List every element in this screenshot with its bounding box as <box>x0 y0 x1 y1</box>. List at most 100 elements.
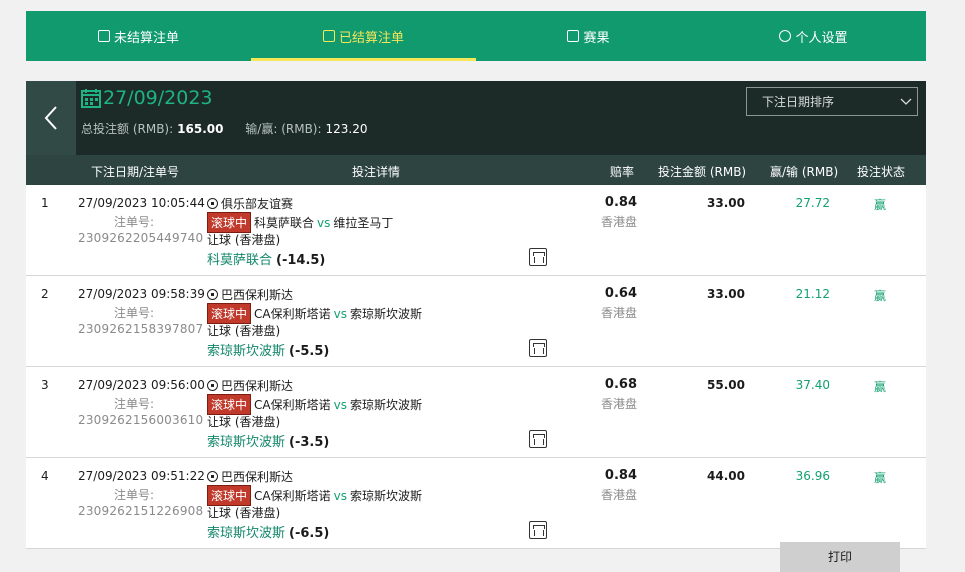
live-badge: 滚球中 <box>207 212 252 233</box>
bet-datetime: 27/09/2023 10:05:44 <box>78 196 205 210</box>
row-number: 3 <box>41 378 49 392</box>
bet-list: 1 27/09/2023 10:05:44 注单号: 2309262205449740… <box>26 185 926 549</box>
calendar-icon <box>81 89 101 108</box>
summary-header: 27/09/2023 总投注额 (RMB): 165.00 输/赢: (RMB):… <box>26 81 926 155</box>
odds-type: 香港盘 <box>600 215 637 229</box>
odds-value: 0.64 <box>604 286 637 301</box>
selection-team: 索琼斯坎波斯 <box>207 344 286 359</box>
selection: 索琼斯坎波斯 (-6.5) <box>207 522 329 541</box>
totals-line: 总投注额 (RMB): 165.00 输/赢: (RMB): 123.20 <box>81 120 368 137</box>
col-status: 投注状态 <box>857 165 906 179</box>
winloss-amount: 21.12 <box>795 287 830 301</box>
order-id: 2309262151226908 <box>78 504 204 518</box>
stake-amount: 33.00 <box>707 196 745 210</box>
table-row: 4 27/09/2023 09:51:22 注单号: 2309262151226908… <box>26 458 926 549</box>
handicap: (-3.5) <box>289 435 330 450</box>
soccer-ball-icon <box>207 289 218 300</box>
table-row: 1 27/09/2023 10:05:44 注单号: 2309262205449740… <box>26 185 926 276</box>
tab-unsettled-bets[interactable]: 未结算注单 <box>26 11 251 61</box>
winloss-value: 123.20 <box>325 122 368 136</box>
row-number: 2 <box>41 287 49 301</box>
vs-label: vs <box>333 397 347 412</box>
order-label: 注单号: <box>114 397 155 411</box>
league-name: 俱乐部友谊赛 <box>221 197 294 211</box>
soccer-ball-icon <box>207 471 218 482</box>
selection-team: 科莫萨联合 <box>207 253 273 268</box>
soccer-ball-icon <box>207 198 218 209</box>
home-team: 科莫萨联合 <box>254 216 315 230</box>
results-icon <box>567 30 580 42</box>
market-type: 让球 (香港盘) <box>207 324 281 338</box>
receipt-check-icon <box>322 30 335 42</box>
league: 巴西保利斯达 <box>207 377 293 394</box>
receipt-icon <box>97 30 110 42</box>
col-date-id: 下注日期/注单号 <box>91 165 180 179</box>
match: 滚球中 CA保利斯塔诺 vs 索琼斯坎波斯 <box>207 485 422 506</box>
selection: 科莫萨联合 (-14.5) <box>207 249 325 268</box>
league-name: 巴西保利斯达 <box>221 288 294 302</box>
print-button[interactable]: 打印 <box>780 542 900 572</box>
market-type: 让球 (香港盘) <box>207 415 281 429</box>
stake-amount: 55.00 <box>707 378 745 392</box>
tab-label: 已结算注单 <box>338 30 404 46</box>
order-id: 2309262158397807 <box>78 322 204 336</box>
winloss-amount: 36.96 <box>795 469 830 483</box>
calculator-icon[interactable] <box>529 521 547 539</box>
sort-dropdown[interactable]: 下注日期排序 <box>746 87 918 116</box>
selection: 索琼斯坎波斯 (-5.5) <box>207 340 329 359</box>
back-button[interactable] <box>26 81 76 155</box>
match: 滚球中 科莫萨联合 vs 维拉圣马丁 <box>207 212 393 233</box>
bet-datetime: 27/09/2023 09:51:22 <box>78 469 205 483</box>
market-type: 让球 (香港盘) <box>207 506 281 520</box>
table-header: 下注日期/注单号 投注详情 赔率 投注金额 (RMB) 赢/输 (RMB) 投注… <box>26 155 926 185</box>
odds-type: 香港盘 <box>600 488 637 502</box>
live-badge: 滚球中 <box>207 485 252 506</box>
order-id: 2309262156003610 <box>78 413 204 427</box>
calculator-icon[interactable] <box>529 430 547 448</box>
league: 巴西保利斯达 <box>207 468 293 485</box>
winloss-amount: 27.72 <box>795 196 830 210</box>
chevron-down-icon <box>900 98 912 105</box>
tab-label: 赛果 <box>583 30 610 46</box>
home-team: CA保利斯塔诺 <box>254 398 331 412</box>
sort-selected: 下注日期排序 <box>762 95 835 109</box>
bet-datetime: 27/09/2023 09:58:39 <box>78 287 205 301</box>
tab-results[interactable]: 赛果 <box>476 11 701 61</box>
league-name: 巴西保利斯达 <box>221 379 294 393</box>
odds-value: 0.84 <box>604 468 637 483</box>
league-name: 巴西保利斯达 <box>221 470 294 484</box>
row-number: 1 <box>41 196 49 210</box>
table-row: 2 27/09/2023 09:58:39 注单号: 2309262158397807… <box>26 276 926 367</box>
handicap: (-5.5) <box>289 344 330 359</box>
calculator-icon[interactable] <box>529 339 547 357</box>
away-team: 维拉圣马丁 <box>333 216 394 230</box>
selection-team: 索琼斯坎波斯 <box>207 526 286 541</box>
tab-personal-settings[interactable]: 个人设置 <box>701 11 926 61</box>
settled-date: 27/09/2023 <box>103 87 213 109</box>
bet-status: 赢 <box>873 289 886 303</box>
col-odds: 赔率 <box>610 165 635 179</box>
tab-label: 个人设置 <box>795 30 848 46</box>
table-row: 3 27/09/2023 09:56:00 注单号: 2309262156003610… <box>26 367 926 458</box>
vs-label: vs <box>317 215 331 230</box>
league: 巴西保利斯达 <box>207 286 293 303</box>
settings-icon <box>779 30 792 42</box>
tab-bar: 未结算注单 已结算注单 赛果 个人设置 <box>26 11 926 61</box>
selection: 索琼斯坎波斯 (-3.5) <box>207 431 329 450</box>
order-label: 注单号: <box>114 306 155 320</box>
tab-settled-bets[interactable]: 已结算注单 <box>251 11 476 61</box>
odds-value: 0.84 <box>604 195 637 210</box>
total-stake-label: 总投注额 (RMB): <box>81 122 174 136</box>
live-badge: 滚球中 <box>207 303 252 324</box>
bet-status: 赢 <box>873 380 886 394</box>
bet-status: 赢 <box>873 471 886 485</box>
calculator-icon[interactable] <box>529 248 547 266</box>
order-label: 注单号: <box>114 488 155 502</box>
handicap: (-6.5) <box>289 526 330 541</box>
tab-label: 未结算注单 <box>113 30 179 46</box>
winloss-amount: 37.40 <box>795 378 830 392</box>
bet-history-panel: 未结算注单 已结算注单 赛果 个人设置 27/09/2023 总投注额 (RMB… <box>26 11 926 549</box>
winloss-label: 输/赢: (RMB): <box>245 122 322 136</box>
row-number: 4 <box>41 469 49 483</box>
odds-type: 香港盘 <box>600 306 637 320</box>
